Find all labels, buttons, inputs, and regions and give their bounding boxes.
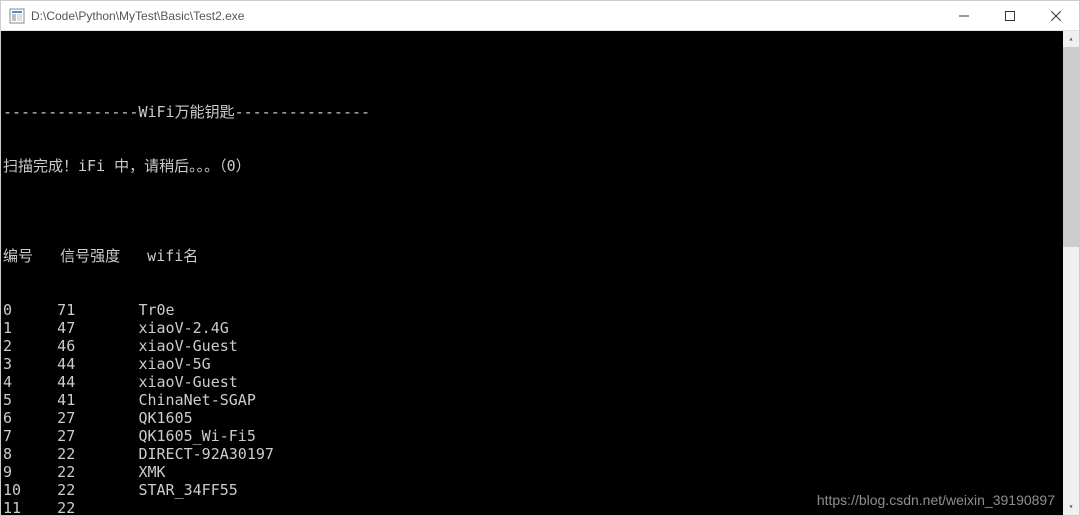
scrollbar-thumb[interactable] bbox=[1063, 47, 1079, 247]
close-button[interactable] bbox=[1033, 1, 1079, 30]
table-row: 3 44 xiaoV-5G bbox=[3, 355, 1077, 373]
table-row: 4 44 xiaoV-Guest bbox=[3, 373, 1077, 391]
table-row: 1 47 xiaoV-2.4G bbox=[3, 319, 1077, 337]
table-row: 0 71 Tr0e bbox=[3, 301, 1077, 319]
scrollbar[interactable]: ▴ ▾ bbox=[1063, 31, 1079, 515]
scroll-down-button[interactable]: ▾ bbox=[1063, 499, 1079, 515]
maximize-button[interactable] bbox=[987, 1, 1033, 30]
scroll-up-button[interactable]: ▴ bbox=[1063, 31, 1079, 47]
titlebar[interactable]: D:\Code\Python\MyTest\Basic\Test2.exe bbox=[1, 1, 1079, 31]
table-header: 编号 信号强度 wifi名 bbox=[3, 247, 1077, 265]
table-row: 7 27 QK1605_Wi-Fi5 bbox=[3, 427, 1077, 445]
window: D:\Code\Python\MyTest\Basic\Test2.exe --… bbox=[0, 0, 1080, 516]
window-title: D:\Code\Python\MyTest\Basic\Test2.exe bbox=[31, 9, 941, 23]
table-row: 2 46 xiaoV-Guest bbox=[3, 337, 1077, 355]
console[interactable]: ---------------WiFi万能钥匙--------------- 扫… bbox=[1, 31, 1079, 515]
watermark: https://blog.csdn.net/weixin_39190897 bbox=[817, 491, 1055, 509]
window-controls bbox=[941, 1, 1079, 30]
console-content: ---------------WiFi万能钥匙--------------- 扫… bbox=[1, 67, 1079, 515]
table-row: 9 22 XMK bbox=[3, 463, 1077, 481]
table-row: 5 41 ChinaNet-SGAP bbox=[3, 391, 1077, 409]
minimize-button[interactable] bbox=[941, 1, 987, 30]
app-icon bbox=[9, 8, 25, 24]
table-row: 8 22 DIRECT-92A30197 bbox=[3, 445, 1077, 463]
table-row: 6 27 QK1605 bbox=[3, 409, 1077, 427]
console-line: ---------------WiFi万能钥匙--------------- bbox=[3, 103, 1077, 121]
console-line: 扫描完成！iFi 中，请稍后。。。（0） bbox=[3, 157, 1077, 175]
